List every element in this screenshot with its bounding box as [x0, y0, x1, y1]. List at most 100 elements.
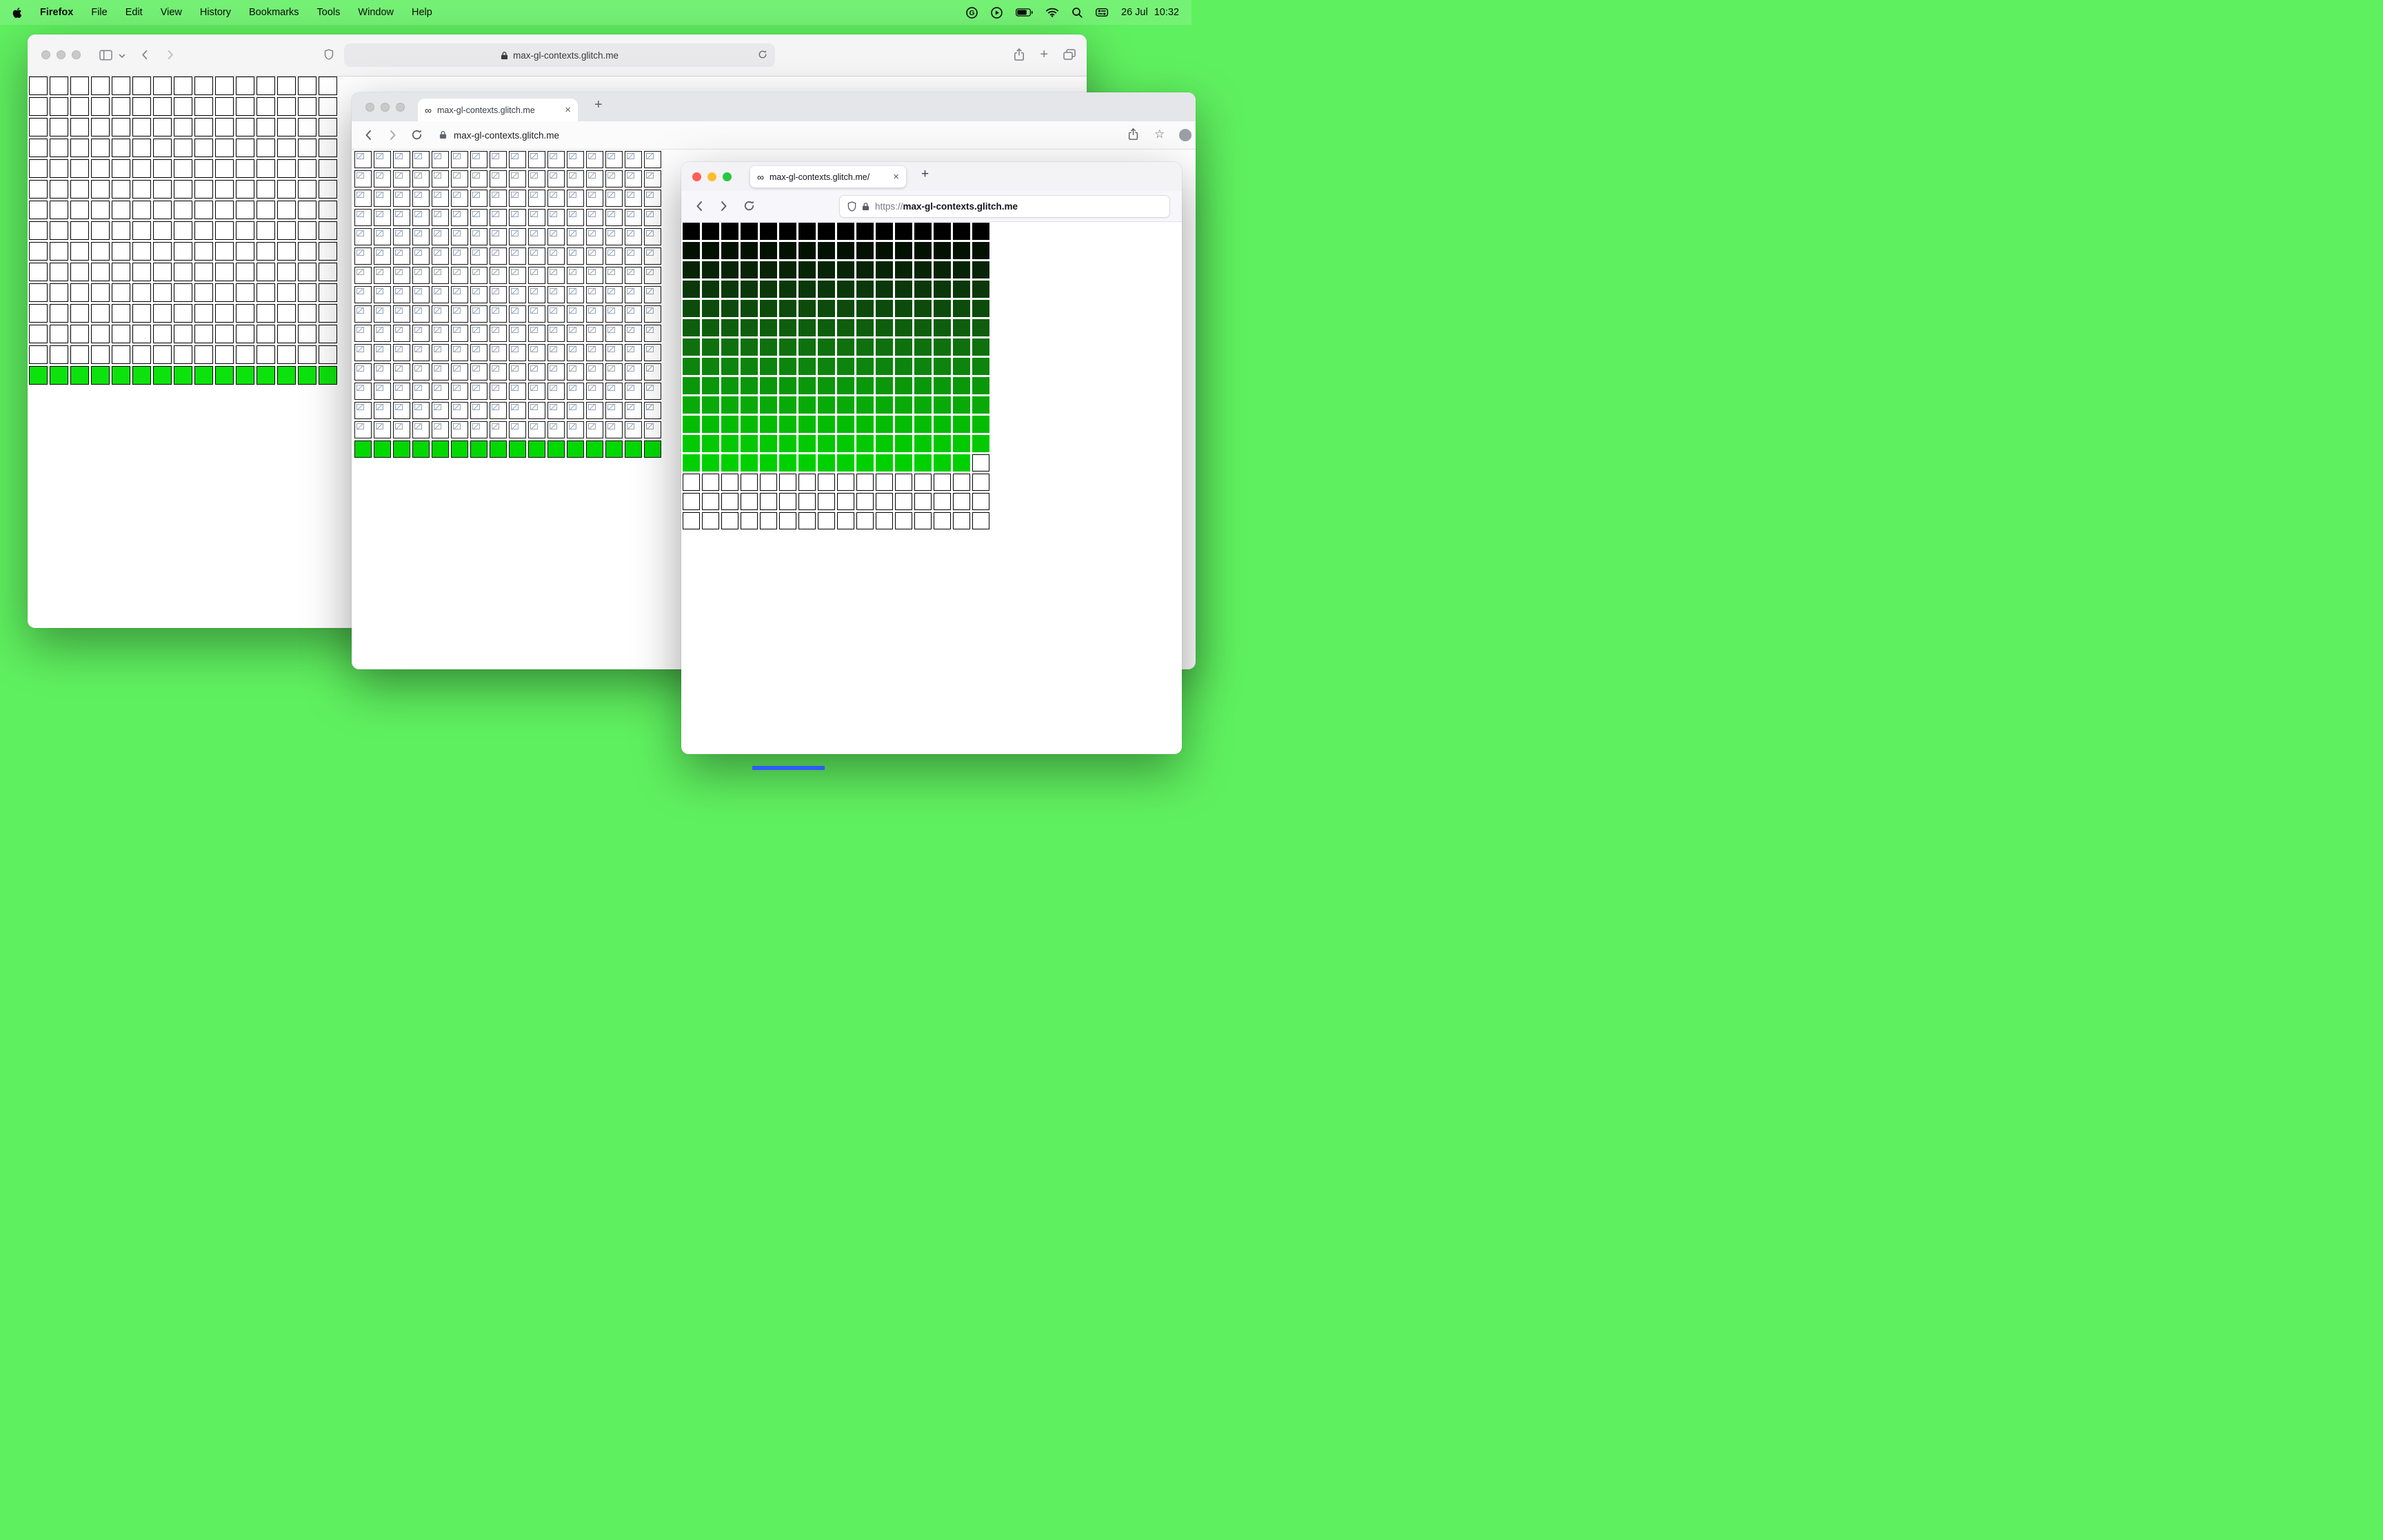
grid-cell: [760, 300, 777, 317]
grid-cell: [257, 263, 275, 281]
control-center-icon[interactable]: [1096, 8, 1108, 17]
broken-image-icon: [588, 365, 596, 372]
broken-image-icon: [414, 288, 422, 294]
battery-icon[interactable]: [1016, 8, 1033, 17]
zoom-button[interactable]: [396, 103, 405, 112]
app-menu-firefox[interactable]: Firefox: [40, 7, 73, 18]
lock-icon[interactable]: [862, 202, 869, 211]
grid-cell: [528, 247, 545, 265]
new-tab-icon[interactable]: +: [1040, 48, 1048, 61]
spotlight-search-icon[interactable]: [1072, 7, 1083, 18]
broken-image-icon: [472, 211, 480, 217]
back-icon[interactable]: [363, 129, 375, 141]
forward-icon[interactable]: [386, 129, 399, 141]
menu-bookmarks[interactable]: Bookmarks: [249, 7, 299, 18]
grid-cell: [354, 209, 372, 226]
forward-icon[interactable]: [164, 49, 176, 61]
grid-cell: [298, 366, 316, 385]
grid-cell: [895, 338, 912, 356]
broken-image-icon: [511, 211, 519, 217]
grid-cell: [451, 363, 468, 381]
close-button[interactable]: [365, 103, 374, 112]
broken-image-icon: [646, 307, 654, 314]
grid-cell: [257, 118, 275, 136]
address-text[interactable]: max-gl-contexts.glitch.me: [454, 121, 559, 149]
tab-close-icon[interactable]: ×: [893, 172, 899, 182]
menubar: Firefox File Edit View History Bookmarks…: [0, 0, 1192, 25]
share-icon[interactable]: [1014, 48, 1025, 61]
menu-history[interactable]: History: [200, 7, 231, 18]
grammarly-status-icon[interactable]: G: [966, 6, 978, 19]
grid-cell: [70, 139, 89, 157]
grid-cell: [876, 377, 893, 394]
menu-window[interactable]: Window: [358, 7, 394, 18]
menubar-date[interactable]: 26 Jul: [1121, 7, 1148, 18]
back-icon[interactable]: [139, 49, 151, 61]
apple-menu-icon[interactable]: [12, 7, 22, 19]
reload-icon[interactable]: [758, 50, 767, 59]
tab-close-icon[interactable]: ×: [565, 105, 571, 115]
grid-cell: [509, 363, 526, 381]
sidebar-toggle-icon[interactable]: [99, 50, 112, 61]
new-tab-button[interactable]: +: [921, 167, 929, 182]
broken-image-icon: [414, 172, 422, 179]
broken-image-icon: [356, 269, 364, 275]
minimize-button[interactable]: [707, 172, 716, 181]
grid-cell: [153, 345, 172, 364]
profile-avatar-icon[interactable]: [1179, 129, 1192, 141]
menu-edit[interactable]: Edit: [125, 7, 143, 18]
minimize-button[interactable]: [381, 103, 390, 112]
menubar-time[interactable]: 10:32: [1154, 7, 1179, 18]
playback-status-icon[interactable]: [991, 6, 1003, 19]
broken-image-icon: [511, 153, 519, 159]
grid-cell: [644, 305, 661, 323]
broken-image-icon: [414, 307, 422, 314]
chevron-down-icon[interactable]: [119, 54, 125, 58]
privacy-shield-icon[interactable]: [324, 49, 334, 60]
grid-cell: [895, 454, 912, 472]
grid-cell: [257, 201, 275, 219]
grid-cell: [215, 139, 234, 157]
grid-cell: [605, 383, 623, 400]
zoom-button[interactable]: [72, 50, 81, 59]
broken-image-icon: [530, 269, 538, 275]
grid-cell: [605, 440, 623, 458]
share-icon[interactable]: [1128, 128, 1138, 141]
bookmark-star-icon[interactable]: ☆: [1154, 128, 1165, 141]
reload-icon[interactable]: [411, 129, 423, 141]
menu-tools[interactable]: Tools: [317, 7, 341, 18]
grid-cell: [354, 363, 372, 381]
grid-cell: [895, 300, 912, 317]
broken-image-icon: [395, 153, 403, 159]
tab-overview-icon[interactable]: [1063, 49, 1076, 60]
minimize-button[interactable]: [57, 50, 66, 59]
grid-cell: [914, 454, 932, 472]
firefox-window[interactable]: ∞ max-gl-contexts.glitch.me/ × + https:/…: [681, 162, 1182, 754]
zoom-button[interactable]: [723, 172, 732, 181]
reload-icon[interactable]: [743, 200, 755, 212]
grid-cell: [29, 242, 48, 261]
address-bar[interactable]: https://max-gl-contexts.glitch.me: [840, 196, 1169, 217]
chrome-active-tab[interactable]: ∞ max-gl-contexts.glitch.me ×: [418, 99, 578, 121]
broken-image-icon: [395, 365, 403, 372]
broken-image-icon: [492, 404, 499, 410]
menu-file[interactable]: File: [91, 7, 107, 18]
forward-icon[interactable]: [717, 200, 730, 212]
back-icon[interactable]: [694, 200, 706, 212]
close-button[interactable]: [41, 50, 50, 59]
broken-image-icon: [356, 365, 364, 372]
new-tab-button[interactable]: +: [594, 97, 603, 113]
wifi-icon[interactable]: [1046, 8, 1058, 17]
grid-cell: [953, 493, 970, 510]
menu-help[interactable]: Help: [412, 7, 432, 18]
broken-image-icon: [646, 153, 654, 159]
grid-cell: [29, 97, 48, 116]
lock-icon[interactable]: [439, 130, 447, 139]
close-button[interactable]: [692, 172, 701, 181]
tracking-shield-icon[interactable]: [847, 201, 856, 212]
menu-view[interactable]: View: [161, 7, 182, 18]
address-bar[interactable]: max-gl-contexts.glitch.me: [344, 43, 775, 67]
grid-cell: [683, 493, 700, 510]
broken-image-icon: [550, 192, 557, 198]
firefox-active-tab[interactable]: ∞ max-gl-contexts.glitch.me/ ×: [750, 166, 906, 188]
